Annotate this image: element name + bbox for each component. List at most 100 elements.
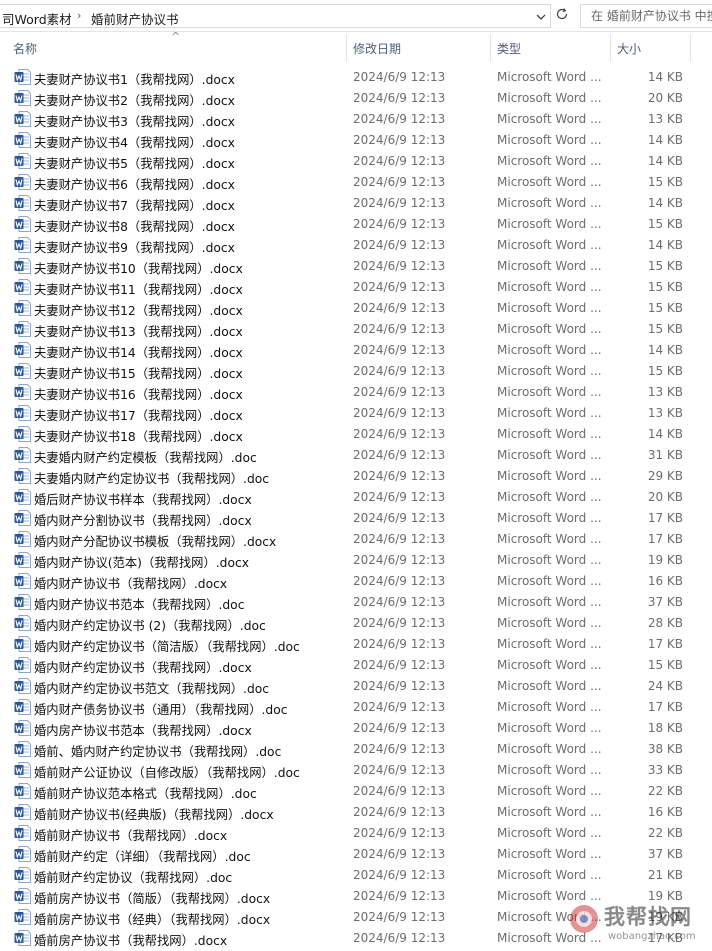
file-name[interactable]: 婚内财产协议书范本（我帮找网）.doc [34, 595, 244, 613]
column-divider[interactable] [490, 34, 491, 62]
file-row[interactable]: 婚内财产协议书范本（我帮找网）.doc 2024/6/9 12:13 Microso… [0, 592, 712, 613]
file-row[interactable]: 婚前财产协议范本格式（我帮找网）.doc 2024/6/9 12:13 Micros… [0, 781, 712, 802]
file-name[interactable]: 夫妻财产协议书6（我帮找网）.docx [34, 175, 235, 193]
file-row[interactable]: 夫妻财产协议书6（我帮找网）.docx 2024/6/9 12:13 Microso… [0, 172, 712, 193]
file-name[interactable]: 夫妻财产协议书4（我帮找网）.docx [34, 133, 235, 151]
file-row[interactable]: 婚内财产协议书（我帮找网）.docx 2024/6/9 12:13 Microsof… [0, 571, 712, 592]
file-name[interactable]: 夫妻婚内财产约定模板（我帮找网）.doc [34, 448, 257, 466]
file-row[interactable]: 夫妻财产协议书4（我帮找网）.docx 2024/6/9 12:13 Microso… [0, 130, 712, 151]
file-name[interactable]: 婚内财产分配协议书模板（我帮找网）.docx [34, 532, 276, 550]
file-row[interactable]: 夫妻婚内财产约定模板（我帮找网）.doc 2024/6/9 12:13 Micros… [0, 445, 712, 466]
file-row[interactable]: 婚内财产分割协议书（我帮找网）.docx 2024/6/9 12:13 Micros… [0, 508, 712, 529]
file-name[interactable]: 婚内财产约定协议书（简洁版）（我帮找网）.doc [34, 637, 300, 655]
search-box[interactable] [580, 4, 712, 28]
file-size: 22 KB [647, 826, 683, 840]
column-divider[interactable] [610, 34, 611, 62]
file-name[interactable]: 夫妻财产协议书8（我帮找网）.docx [34, 217, 235, 235]
file-date: 2024/6/9 12:13 [353, 154, 446, 168]
column-header-size[interactable]: 大小 [617, 40, 641, 57]
column-divider[interactable] [346, 34, 347, 62]
file-row[interactable]: 婚内财产约定协议书范文（我帮找网）.doc 2024/6/9 12:13 Micro… [0, 676, 712, 697]
file-name[interactable]: 婚前财产协议书(经典版)（我帮找网）.docx [34, 805, 274, 823]
file-name[interactable]: 婚内财产约定协议书范文（我帮找网）.doc [34, 679, 269, 697]
file-row[interactable]: 夫妻财产协议书8（我帮找网）.docx 2024/6/9 12:13 Microso… [0, 214, 712, 235]
file-name[interactable]: 婚前财产公证协议（自修改版）（我帮找网）.doc [34, 763, 300, 781]
file-row[interactable]: 夫妻财产协议书9（我帮找网）.docx 2024/6/9 12:13 Microso… [0, 235, 712, 256]
file-name[interactable]: 夫妻财产协议书9（我帮找网）.docx [34, 238, 235, 256]
file-row[interactable]: 夫妻财产协议书18（我帮找网）.docx 2024/6/9 12:13 Micros… [0, 424, 712, 445]
file-name[interactable]: 夫妻财产协议书2（我帮找网）.docx [34, 91, 235, 109]
file-name[interactable]: 夫妻财产协议书3（我帮找网）.docx [34, 112, 235, 130]
file-name[interactable]: 婚前房产协议书（简版）（我帮找网）.docx [34, 889, 270, 907]
file-row[interactable]: 婚后财产协议书样本（我帮找网）.docx 2024/6/9 12:13 Micros… [0, 487, 712, 508]
file-row[interactable]: 婚内财产债务协议书（通用）（我帮找网）.doc 2024/6/9 12:13 Mic… [0, 697, 712, 718]
file-row[interactable]: 婚前财产公证协议（自修改版）（我帮找网）.doc 2024/6/9 12:13 Mi… [0, 760, 712, 781]
file-row[interactable]: 夫妻财产协议书5（我帮找网）.docx 2024/6/9 12:13 Microso… [0, 151, 712, 172]
file-name[interactable]: 夫妻财产协议书12（我帮找网）.docx [34, 301, 243, 319]
file-row[interactable]: 婚内财产约定协议书 (2)（我帮找网）.doc 2024/6/9 12:13 Mic… [0, 613, 712, 634]
file-name[interactable]: 夫妻财产协议书1（我帮找网）.docx [34, 70, 235, 88]
file-name[interactable]: 婚前房产协议书（我帮找网）.docx [34, 931, 227, 949]
search-input[interactable] [581, 5, 712, 27]
file-name[interactable]: 婚内财产约定协议书（我帮找网）.docx [34, 658, 252, 676]
file-name[interactable]: 夫妻财产协议书15（我帮找网）.docx [34, 364, 243, 382]
file-name[interactable]: 婚内财产债务协议书（通用）（我帮找网）.doc [34, 700, 288, 718]
file-row[interactable]: 夫妻财产协议书10（我帮找网）.docx 2024/6/9 12:13 Micros… [0, 256, 712, 277]
file-row[interactable]: 夫妻婚内财产约定协议书（我帮找网）.doc 2024/6/9 12:13 Micro… [0, 466, 712, 487]
file-row[interactable]: 夫妻财产协议书11（我帮找网）.docx 2024/6/9 12:13 Micros… [0, 277, 712, 298]
file-row[interactable]: 婚前财产协议书（我帮找网）.docx 2024/6/9 12:13 Microsof… [0, 823, 712, 844]
file-name[interactable]: 婚内财产协议书（我帮找网）.docx [34, 574, 227, 592]
file-name[interactable]: 婚前财产协议范本格式（我帮找网）.doc [34, 784, 257, 802]
file-row[interactable]: 夫妻财产协议书12（我帮找网）.docx 2024/6/9 12:13 Micros… [0, 298, 712, 319]
file-row[interactable]: 夫妻财产协议书1（我帮找网）.docx 2024/6/9 12:13 Microso… [0, 67, 712, 88]
refresh-icon[interactable] [553, 6, 571, 26]
file-row[interactable]: 婚前财产约定协议（我帮找网）.doc 2024/6/9 12:13 Microsof… [0, 865, 712, 886]
breadcrumb-item-parent[interactable]: 司Word素材 [2, 9, 72, 28]
file-row[interactable]: 婚内财产约定协议书（简洁版）（我帮找网）.doc 2024/6/9 12:13 Mi… [0, 634, 712, 655]
file-row[interactable]: 婚前财产协议书(经典版)（我帮找网）.docx 2024/6/9 12:13 Mic… [0, 802, 712, 823]
file-size: 13 KB [647, 385, 683, 399]
file-name[interactable]: 夫妻财产协议书17（我帮找网）.docx [34, 406, 243, 424]
file-row[interactable]: 夫妻财产协议书16（我帮找网）.docx 2024/6/9 12:13 Micros… [0, 382, 712, 403]
chevron-down-icon[interactable] [533, 8, 549, 26]
column-header-name[interactable]: 名称 [13, 40, 37, 57]
file-name[interactable]: 夫妻财产协议书14（我帮找网）.docx [34, 343, 243, 361]
column-header-date[interactable]: 修改日期 [353, 40, 401, 57]
file-row[interactable]: 夫妻财产协议书7（我帮找网）.docx 2024/6/9 12:13 Microso… [0, 193, 712, 214]
file-row[interactable]: 婚内财产约定协议书（我帮找网）.docx 2024/6/9 12:13 Micros… [0, 655, 712, 676]
file-row[interactable]: 夫妻财产协议书2（我帮找网）.docx 2024/6/9 12:13 Microso… [0, 88, 712, 109]
file-name[interactable]: 婚内财产约定协议书 (2)（我帮找网）.doc [34, 616, 266, 634]
file-name[interactable]: 婚内财产分割协议书（我帮找网）.docx [34, 511, 252, 529]
file-name[interactable]: 夫妻财产协议书7（我帮找网）.docx [34, 196, 235, 214]
file-row[interactable]: 夫妻财产协议书3（我帮找网）.docx 2024/6/9 12:13 Microso… [0, 109, 712, 130]
file-name[interactable]: 婚内房产协议书范本（我帮找网）.docx [34, 721, 252, 739]
file-row[interactable]: 婚内财产分配协议书模板（我帮找网）.docx 2024/6/9 12:13 Micr… [0, 529, 712, 550]
file-name[interactable]: 夫妻财产协议书10（我帮找网）.docx [34, 259, 243, 277]
file-row[interactable]: 夫妻财产协议书14（我帮找网）.docx 2024/6/9 12:13 Micros… [0, 340, 712, 361]
file-row[interactable]: 婚前、婚内财产约定协议书（我帮找网）.doc 2024/6/9 12:13 Micr… [0, 739, 712, 760]
file-name[interactable]: 夫妻财产协议书18（我帮找网）.docx [34, 427, 243, 445]
file-row[interactable]: 夫妻财产协议书17（我帮找网）.docx 2024/6/9 12:13 Micros… [0, 403, 712, 424]
file-row[interactable]: 婚内财产协议(范本)（我帮找网）.docx 2024/6/9 12:13 Micro… [0, 550, 712, 571]
file-name[interactable]: 夫妻婚内财产约定协议书（我帮找网）.doc [34, 469, 269, 487]
file-row[interactable]: 婚内房产协议书范本（我帮找网）.docx 2024/6/9 12:13 Micros… [0, 718, 712, 739]
column-divider[interactable] [690, 34, 691, 62]
file-row[interactable]: 夫妻财产协议书13（我帮找网）.docx 2024/6/9 12:13 Micros… [0, 319, 712, 340]
file-name[interactable]: 夫妻财产协议书5（我帮找网）.docx [34, 154, 235, 172]
file-name[interactable]: 婚前、婚内财产约定协议书（我帮找网）.doc [34, 742, 281, 760]
file-name[interactable]: 婚后财产协议书样本（我帮找网）.docx [34, 490, 252, 508]
file-name[interactable]: 婚前财产约定（详细）（我帮找网）.doc [34, 847, 251, 865]
file-row[interactable]: 婚前财产约定（详细）（我帮找网）.doc 2024/6/9 12:13 Micros… [0, 844, 712, 865]
column-header-type[interactable]: 类型 [497, 40, 521, 57]
chevron-right-icon[interactable]: › [77, 9, 81, 22]
file-name[interactable]: 婚前房产协议书（经典）（我帮找网）.docx [34, 910, 270, 928]
file-name[interactable]: 夫妻财产协议书11（我帮找网）.docx [34, 280, 243, 298]
file-name[interactable]: 婚前财产约定协议（我帮找网）.doc [34, 868, 232, 886]
breadcrumb-item-current[interactable]: 婚前财产协议书 [91, 9, 179, 28]
breadcrumb[interactable]: 司Word素材 › 婚前财产协议书 [0, 4, 551, 28]
file-name[interactable]: 婚前财产协议书（我帮找网）.docx [34, 826, 227, 844]
file-name[interactable]: 夫妻财产协议书16（我帮找网）.docx [34, 385, 243, 403]
file-name[interactable]: 婚内财产协议(范本)（我帮找网）.docx [34, 553, 249, 571]
file-name[interactable]: 夫妻财产协议书13（我帮找网）.docx [34, 322, 243, 340]
file-row[interactable]: 夫妻财产协议书15（我帮找网）.docx 2024/6/9 12:13 Micros… [0, 361, 712, 382]
